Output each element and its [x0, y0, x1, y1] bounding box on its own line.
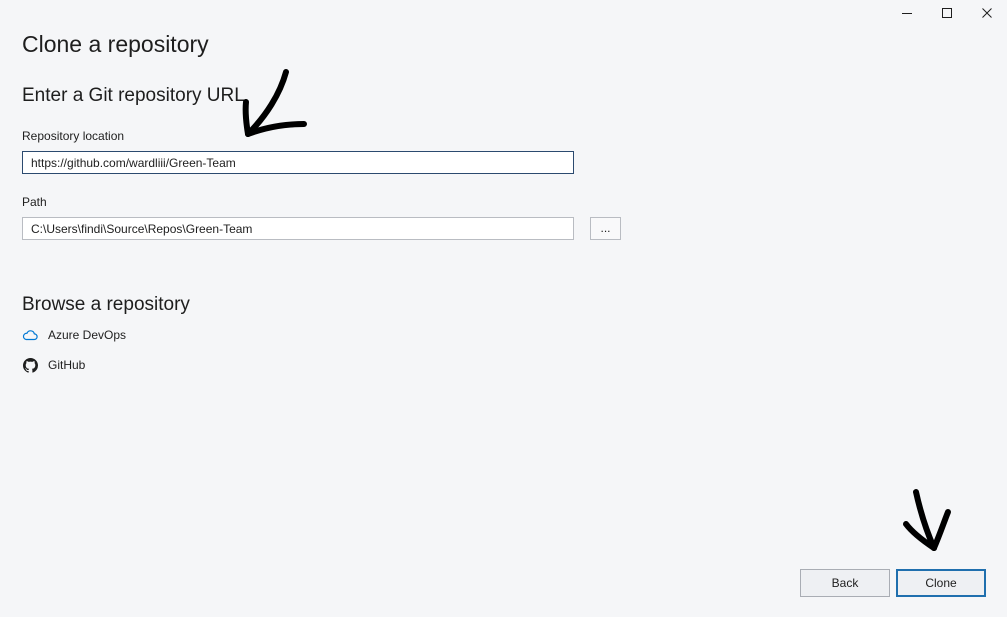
window-controls [887, 0, 1007, 26]
minimize-icon [901, 7, 913, 19]
clone-button[interactable]: Clone [896, 569, 986, 597]
browse-path-button[interactable]: ... [590, 217, 621, 240]
annotation-arrow-location [242, 69, 307, 137]
browse-item-label: Azure DevOps [48, 328, 127, 342]
browse-item-github[interactable]: GitHub [22, 356, 85, 374]
path-input[interactable] [22, 217, 574, 240]
maximize-icon [941, 7, 953, 19]
page-title: Clone a repository [22, 31, 209, 57]
repository-location-input[interactable] [22, 151, 574, 174]
browse-section-title: Browse a repository [22, 294, 190, 315]
close-icon [981, 7, 993, 19]
close-button[interactable] [967, 0, 1007, 26]
minimize-button[interactable] [887, 0, 927, 26]
maximize-button[interactable] [927, 0, 967, 26]
back-button[interactable]: Back [800, 569, 890, 597]
github-icon [22, 357, 38, 373]
repository-location-label: Repository location [22, 129, 125, 143]
azure-devops-cloud-icon [22, 327, 38, 343]
annotation-arrow-clone [903, 489, 951, 551]
browse-item-azure-devops[interactable]: Azure DevOps [22, 326, 126, 344]
path-label: Path [22, 195, 47, 209]
browse-item-label: GitHub [48, 358, 86, 372]
git-url-section-title: Enter a Git repository URL [22, 85, 245, 106]
